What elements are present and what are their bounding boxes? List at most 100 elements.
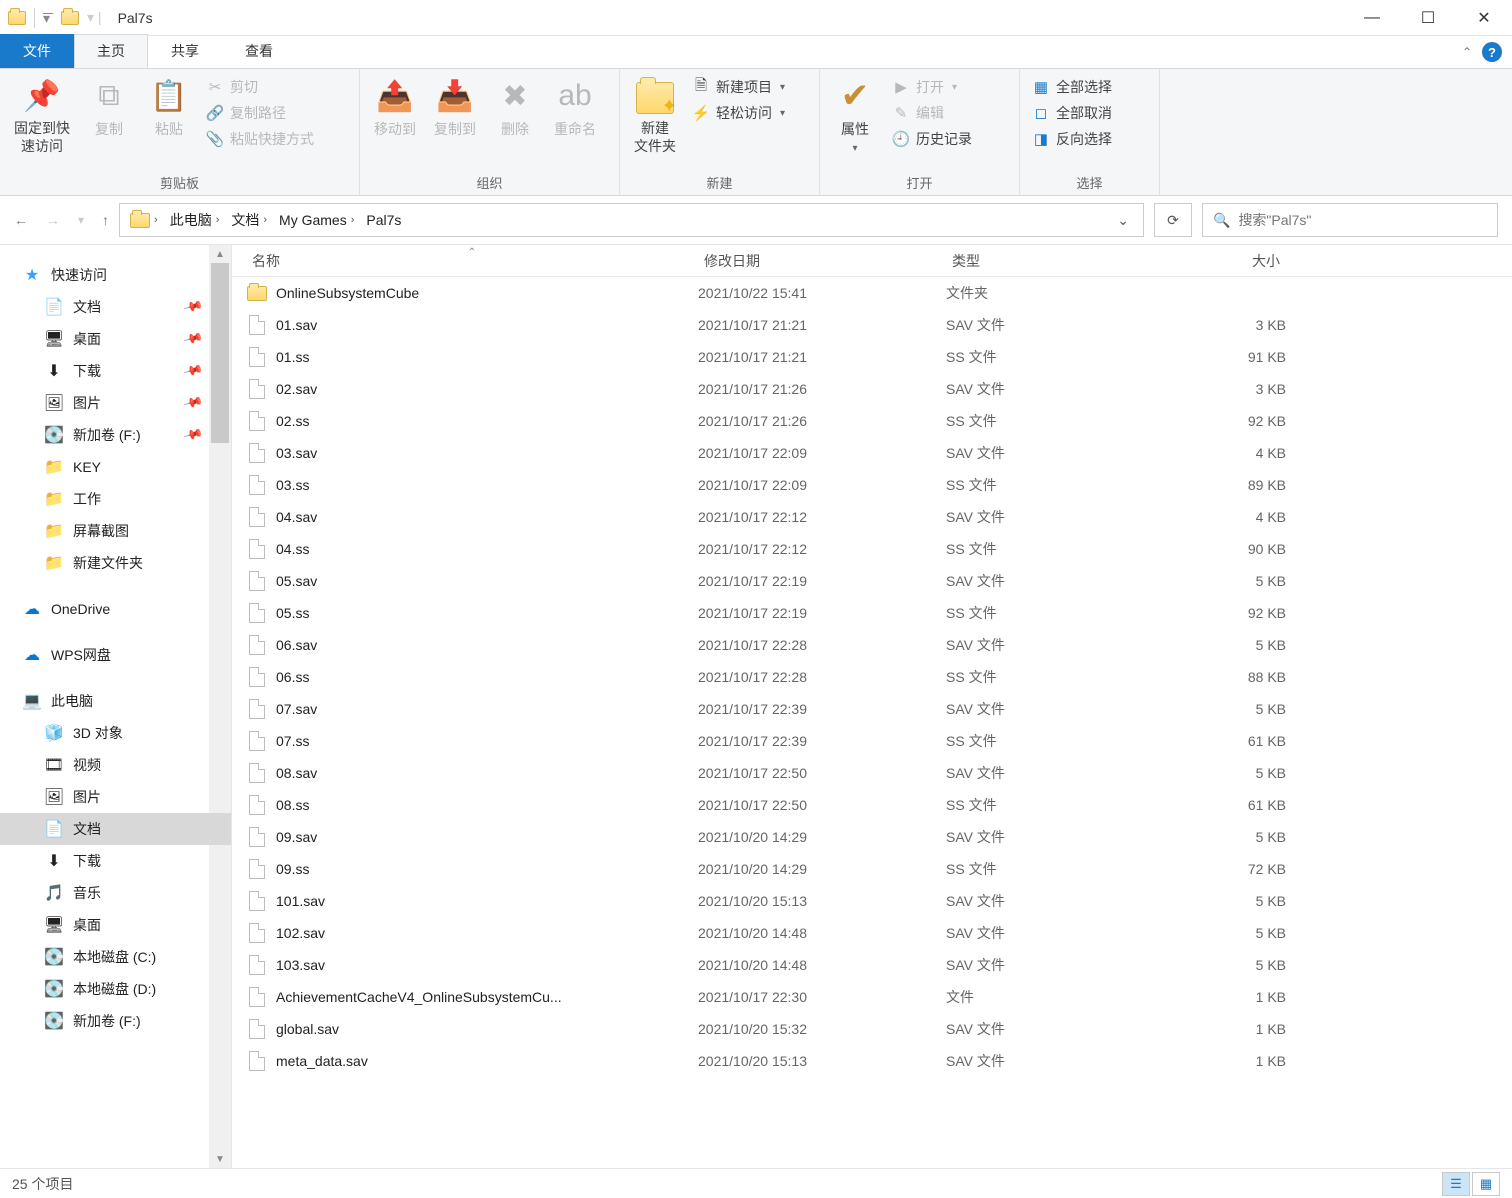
moveto-button[interactable]: 📤移动到 <box>368 73 422 143</box>
file-row[interactable]: 06.sav2021/10/17 22:28SAV 文件5 KB <box>232 629 1512 661</box>
easy-access-button[interactable]: ⚡轻松访问▾ <box>688 103 789 123</box>
file-row[interactable]: 02.sav2021/10/17 21:26SAV 文件3 KB <box>232 373 1512 405</box>
copyto-button[interactable]: 📥复制到 <box>428 73 482 143</box>
edit-button[interactable]: ✎编辑 <box>888 103 976 123</box>
sidebar-item[interactable]: 📄文档📌 <box>0 291 231 323</box>
copy-path-button[interactable]: 🔗复制路径 <box>202 103 318 123</box>
file-row[interactable]: 06.ss2021/10/17 22:28SS 文件88 KB <box>232 661 1512 693</box>
sidebar-item[interactable]: 💽本地磁盘 (D:) <box>0 973 231 1005</box>
up-button[interactable]: ↑ <box>102 212 109 228</box>
chevron-right-icon[interactable]: › <box>154 214 158 226</box>
select-all-button[interactable]: ▦全部选择 <box>1028 77 1116 97</box>
tab-file[interactable]: 文件 <box>0 34 74 68</box>
sidebar-item[interactable]: 💽本地磁盘 (C:) <box>0 941 231 973</box>
search-box[interactable]: 🔍 <box>1202 203 1498 237</box>
sidebar-item[interactable]: ⬇下载 <box>0 845 231 877</box>
collapse-ribbon-icon[interactable]: ⌃ <box>1462 45 1472 59</box>
file-row[interactable]: 102.sav2021/10/20 14:48SAV 文件5 KB <box>232 917 1512 949</box>
chevron-right-icon[interactable]: › <box>216 214 220 226</box>
refresh-button[interactable]: ⟳ <box>1154 203 1192 237</box>
tab-home[interactable]: 主页 <box>74 34 148 68</box>
icons-view-button[interactable]: ▦ <box>1472 1172 1500 1196</box>
pin-to-quickaccess-button[interactable]: 📌 固定到快 速访问 <box>8 73 76 159</box>
sidebar-this-pc[interactable]: 💻此电脑 <box>0 685 231 717</box>
search-input[interactable] <box>1238 212 1487 228</box>
new-item-button[interactable]: 🗎新建项目▾ <box>688 77 789 97</box>
cut-button[interactable]: ✂剪切 <box>202 77 318 97</box>
minimize-button[interactable]: — <box>1344 0 1400 36</box>
file-row[interactable]: 04.sav2021/10/17 22:12SAV 文件4 KB <box>232 501 1512 533</box>
column-date[interactable]: 修改日期 <box>698 251 946 271</box>
file-row[interactable]: 101.sav2021/10/20 15:13SAV 文件5 KB <box>232 885 1512 917</box>
sidebar-item[interactable]: 📁KEY <box>0 451 231 483</box>
file-row[interactable]: 05.sav2021/10/17 22:19SAV 文件5 KB <box>232 565 1512 597</box>
sidebar-wps[interactable]: ☁WPS网盘 <box>0 639 231 671</box>
column-name[interactable]: ⌃名称 <box>246 251 698 271</box>
file-row[interactable]: 08.sav2021/10/17 22:50SAV 文件5 KB <box>232 757 1512 789</box>
file-row[interactable]: OnlineSubsystemCube2021/10/22 15:41文件夹 <box>232 277 1512 309</box>
breadcrumb-seg[interactable]: 此电脑› <box>164 204 226 236</box>
tab-view[interactable]: 查看 <box>222 34 296 68</box>
file-row[interactable]: 07.sav2021/10/17 22:39SAV 文件5 KB <box>232 693 1512 725</box>
sidebar-item[interactable]: 🖼图片📌 <box>0 387 231 419</box>
maximize-button[interactable]: ☐ <box>1400 0 1456 36</box>
invert-selection-button[interactable]: ◨反向选择 <box>1028 129 1116 149</box>
open-button[interactable]: ▶打开▾ <box>888 77 976 97</box>
sidebar-item[interactable]: 📁屏幕截图 <box>0 515 231 547</box>
recent-dropdown[interactable]: ▾ <box>78 213 84 227</box>
sidebar-item[interactable]: 📁工作 <box>0 483 231 515</box>
chevron-right-icon[interactable]: › <box>263 214 267 226</box>
chevron-right-icon[interactable]: › <box>351 214 355 226</box>
history-button[interactable]: 🕘历史记录 <box>888 129 976 149</box>
sidebar-item[interactable]: 💽新加卷 (F:) <box>0 1005 231 1037</box>
file-row[interactable]: 09.sav2021/10/20 14:29SAV 文件5 KB <box>232 821 1512 853</box>
copy-button[interactable]: ⧉ 复制 <box>82 73 136 143</box>
sidebar-item[interactable]: 🎵音乐 <box>0 877 231 909</box>
file-row[interactable]: 07.ss2021/10/17 22:39SS 文件61 KB <box>232 725 1512 757</box>
paste-button[interactable]: 📋 粘贴 <box>142 73 196 143</box>
rename-button[interactable]: ab重命名 <box>548 73 602 143</box>
sidebar-item[interactable]: 🖼图片 <box>0 781 231 813</box>
file-row[interactable]: AchievementCacheV4_OnlineSubsystemCu...2… <box>232 981 1512 1013</box>
scroll-down-icon[interactable]: ▼ <box>209 1150 231 1168</box>
tab-share[interactable]: 共享 <box>148 34 222 68</box>
column-size[interactable]: 大小 <box>1156 251 1286 271</box>
breadcrumb-seg[interactable]: 文档› <box>225 204 273 236</box>
sidebar-item[interactable]: 🎞视频 <box>0 749 231 781</box>
address-dropdown[interactable]: ⌄ <box>1107 212 1139 229</box>
breadcrumb-seg[interactable]: My Games› <box>273 204 360 236</box>
paste-shortcut-button[interactable]: 📎粘贴快捷方式 <box>202 129 318 149</box>
delete-button[interactable]: ✖删除 <box>488 73 542 143</box>
file-row[interactable]: 01.sav2021/10/17 21:21SAV 文件3 KB <box>232 309 1512 341</box>
breadcrumb-seg[interactable]: Pal7s <box>360 204 407 236</box>
sidebar-item[interactable]: 🧊3D 对象 <box>0 717 231 749</box>
file-row[interactable]: meta_data.sav2021/10/20 15:13SAV 文件1 KB <box>232 1045 1512 1077</box>
forward-button[interactable]: → <box>46 212 60 228</box>
qat-customize-icon[interactable]: ▾ <box>43 8 53 28</box>
file-row[interactable]: 09.ss2021/10/20 14:29SS 文件72 KB <box>232 853 1512 885</box>
sidebar-item[interactable]: 🖥桌面 <box>0 909 231 941</box>
details-view-button[interactable]: ☰ <box>1442 1172 1470 1196</box>
file-row[interactable]: 05.ss2021/10/17 22:19SS 文件92 KB <box>232 597 1512 629</box>
sidebar-item[interactable]: ⬇下载📌 <box>0 355 231 387</box>
help-icon[interactable]: ? <box>1482 42 1502 62</box>
sidebar-quick-access[interactable]: ★快速访问 <box>0 259 231 291</box>
file-row[interactable]: 08.ss2021/10/17 22:50SS 文件61 KB <box>232 789 1512 821</box>
sidebar-item[interactable]: 🖥桌面📌 <box>0 323 231 355</box>
close-button[interactable]: ✕ <box>1456 0 1512 36</box>
sidebar-item[interactable]: 💽新加卷 (F:)📌 <box>0 419 231 451</box>
back-button[interactable]: ← <box>14 212 28 228</box>
column-type[interactable]: 类型 <box>946 251 1156 271</box>
file-row[interactable]: 03.ss2021/10/17 22:09SS 文件89 KB <box>232 469 1512 501</box>
file-row[interactable]: global.sav2021/10/20 15:32SAV 文件1 KB <box>232 1013 1512 1045</box>
new-folder-button[interactable]: ✦ 新建 文件夹 <box>628 73 682 159</box>
address-bar[interactable]: › 此电脑› 文档› My Games› Pal7s ⌄ <box>119 203 1144 237</box>
file-list[interactable]: OnlineSubsystemCube2021/10/22 15:41文件夹01… <box>232 277 1512 1168</box>
file-row[interactable]: 02.ss2021/10/17 21:26SS 文件92 KB <box>232 405 1512 437</box>
sidebar-item[interactable]: 📄文档 <box>0 813 231 845</box>
sidebar-onedrive[interactable]: ☁OneDrive <box>0 593 231 625</box>
file-row[interactable]: 01.ss2021/10/17 21:21SS 文件91 KB <box>232 341 1512 373</box>
select-none-button[interactable]: ◻全部取消 <box>1028 103 1116 123</box>
properties-button[interactable]: ✔属性▾ <box>828 73 882 158</box>
file-row[interactable]: 103.sav2021/10/20 14:48SAV 文件5 KB <box>232 949 1512 981</box>
